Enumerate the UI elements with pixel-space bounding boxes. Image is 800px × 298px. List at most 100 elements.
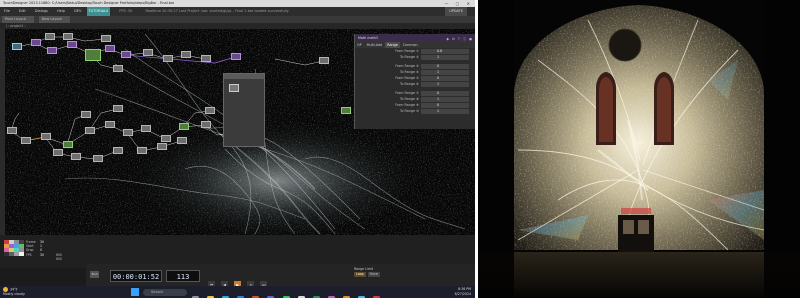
window-titlebar: TouchDesigner 2023.11880: C:/Users/Nakul… — [0, 0, 475, 7]
param-label: To Range ⑩ — [400, 109, 419, 113]
node[interactable] — [113, 65, 123, 72]
update-button[interactable]: UPDATE — [445, 7, 467, 16]
taskbar-search-input[interactable]: Search — [143, 288, 187, 296]
pane-toolbar: Pane Layout New Layout — [0, 16, 475, 23]
color-palette[interactable] — [4, 240, 24, 256]
node[interactable] — [231, 53, 241, 60]
node[interactable] — [181, 51, 191, 58]
node[interactable] — [63, 33, 73, 40]
playback-controls: ⏮ ◀ ▶ ⏸ ⏭ — [208, 271, 268, 289]
popup-header — [224, 74, 264, 79]
node[interactable] — [179, 123, 189, 130]
pane-layout-field[interactable]: Pane Layout — [2, 16, 34, 23]
param-row: To Range ⑩1 — [355, 108, 475, 114]
node[interactable] — [141, 125, 151, 132]
node[interactable] — [85, 49, 101, 61]
projection-mapping-image — [478, 0, 800, 298]
param-header-icons[interactable]: ◆ ⚙ ? ⓘ ● — [446, 35, 473, 43]
menu-help[interactable]: Help — [53, 7, 69, 16]
fps-status: FPS: 30 — [119, 9, 133, 13]
param-value-field[interactable]: 0 — [421, 75, 469, 81]
param-value-field[interactable]: 1 — [421, 96, 469, 102]
system-tray-clock[interactable]: 8:36 PM 6/27/2024 — [455, 287, 471, 297]
node[interactable] — [105, 121, 115, 128]
node[interactable] — [137, 147, 147, 154]
range-loop-button[interactable]: Loop — [354, 272, 366, 277]
node[interactable] — [201, 55, 211, 62]
node[interactable] — [85, 127, 95, 134]
status-message: Realtime 20:30:27 Last Project .toe: sta… — [145, 9, 289, 13]
menu-edit[interactable]: Edit — [15, 7, 30, 16]
rose-window — [608, 28, 642, 62]
param-value-field[interactable]: 1 — [421, 81, 469, 87]
node[interactable] — [41, 133, 51, 140]
param-value-field[interactable]: 0 — [421, 90, 469, 96]
end-button[interactable]: End — [90, 271, 99, 278]
clock-date: 6/27/2024 — [454, 291, 471, 296]
window-controls[interactable]: — ▢ ✕ — [444, 0, 473, 7]
node[interactable] — [67, 41, 77, 48]
node[interactable] — [12, 43, 22, 50]
param-value-field[interactable]: 0 — [421, 102, 469, 108]
menu-tutorials[interactable]: TUTORIALS — [86, 7, 111, 16]
popup-node[interactable] — [229, 84, 239, 92]
weather-widget[interactable]: 34°F Mostly cloudy — [3, 287, 25, 297]
menu-dialogs[interactable]: Dialogs — [31, 7, 52, 16]
param-value-field[interactable]: 1 — [421, 69, 469, 75]
node[interactable] — [121, 51, 131, 58]
timeline-transport: End 00:00:01:52 113 ⏮ ◀ ▶ ⏸ ⏭ Range Limi… — [86, 264, 475, 289]
param-value-field[interactable]: 1 — [421, 54, 469, 60]
windows-start-icon[interactable] — [131, 288, 139, 296]
param-rows: From Range ① 0.8 To Range ② 1 From Range ③0T… — [355, 48, 475, 114]
node[interactable] — [177, 137, 187, 144]
parameter-panel: Math math3 ◆ ⚙ ? ⓘ ● OP Multi-Add Range … — [354, 34, 475, 129]
chapel-floor — [478, 252, 800, 298]
node[interactable] — [47, 47, 57, 54]
range-once-button[interactable]: Once — [367, 272, 380, 277]
node[interactable] — [163, 55, 173, 62]
param-value-field[interactable]: 1 — [421, 108, 469, 114]
node[interactable] — [113, 147, 123, 154]
perf-readout: Frame 30 Start 1 Drop 0 FPS 30 — [26, 240, 44, 257]
node[interactable] — [105, 45, 115, 52]
node[interactable] — [31, 39, 41, 46]
touchdesigner-window: TouchDesigner 2023.11880: C:/Users/Nakul… — [0, 0, 475, 298]
param-value-field[interactable]: 0 — [421, 63, 469, 69]
node[interactable] — [143, 49, 153, 56]
node[interactable] — [7, 127, 17, 134]
node[interactable] — [123, 129, 133, 136]
param-title: Math math3 — [358, 36, 379, 40]
timecode-display[interactable]: 00:00:01:52 — [110, 270, 162, 282]
weather-desc: Mostly cloudy — [3, 292, 25, 297]
node[interactable] — [101, 35, 111, 42]
param-value-field[interactable]: 0.8 — [421, 48, 469, 54]
menu-dev[interactable]: DEV — [70, 7, 85, 16]
node[interactable] — [71, 153, 81, 160]
menu-bar: File Edit Dialogs Help DEV TUTORIALS FPS… — [0, 7, 475, 16]
window-title: TouchDesigner 2023.11880: C:/Users/Nakul… — [3, 1, 175, 5]
node[interactable] — [157, 143, 167, 150]
chapel-projection-photo — [478, 0, 800, 298]
weather-temp: 34°F — [10, 287, 18, 292]
frame-display[interactable]: 113 — [166, 270, 200, 282]
node[interactable] — [319, 57, 329, 64]
param-header: Math math3 ◆ ⚙ ? ⓘ ● — [355, 34, 475, 42]
node[interactable] — [53, 149, 63, 156]
new-layout-field[interactable]: New Layout — [38, 16, 70, 23]
node[interactable] — [93, 155, 103, 162]
perf-readout-2: 600 600 — [56, 253, 62, 262]
node[interactable] — [161, 135, 171, 142]
menu-file[interactable]: File — [0, 7, 14, 16]
clock-time: 8:36 PM — [458, 287, 471, 291]
node[interactable] — [205, 107, 215, 114]
node[interactable] — [21, 137, 31, 144]
taskbar-apps — [192, 288, 383, 298]
node[interactable] — [201, 121, 211, 128]
weather-icon — [3, 287, 8, 292]
node[interactable] — [81, 111, 91, 118]
node[interactable] — [341, 107, 351, 114]
node[interactable] — [45, 33, 55, 40]
operator-viewer-popup[interactable] — [223, 73, 265, 147]
node[interactable] — [63, 141, 73, 148]
node[interactable] — [113, 105, 123, 112]
